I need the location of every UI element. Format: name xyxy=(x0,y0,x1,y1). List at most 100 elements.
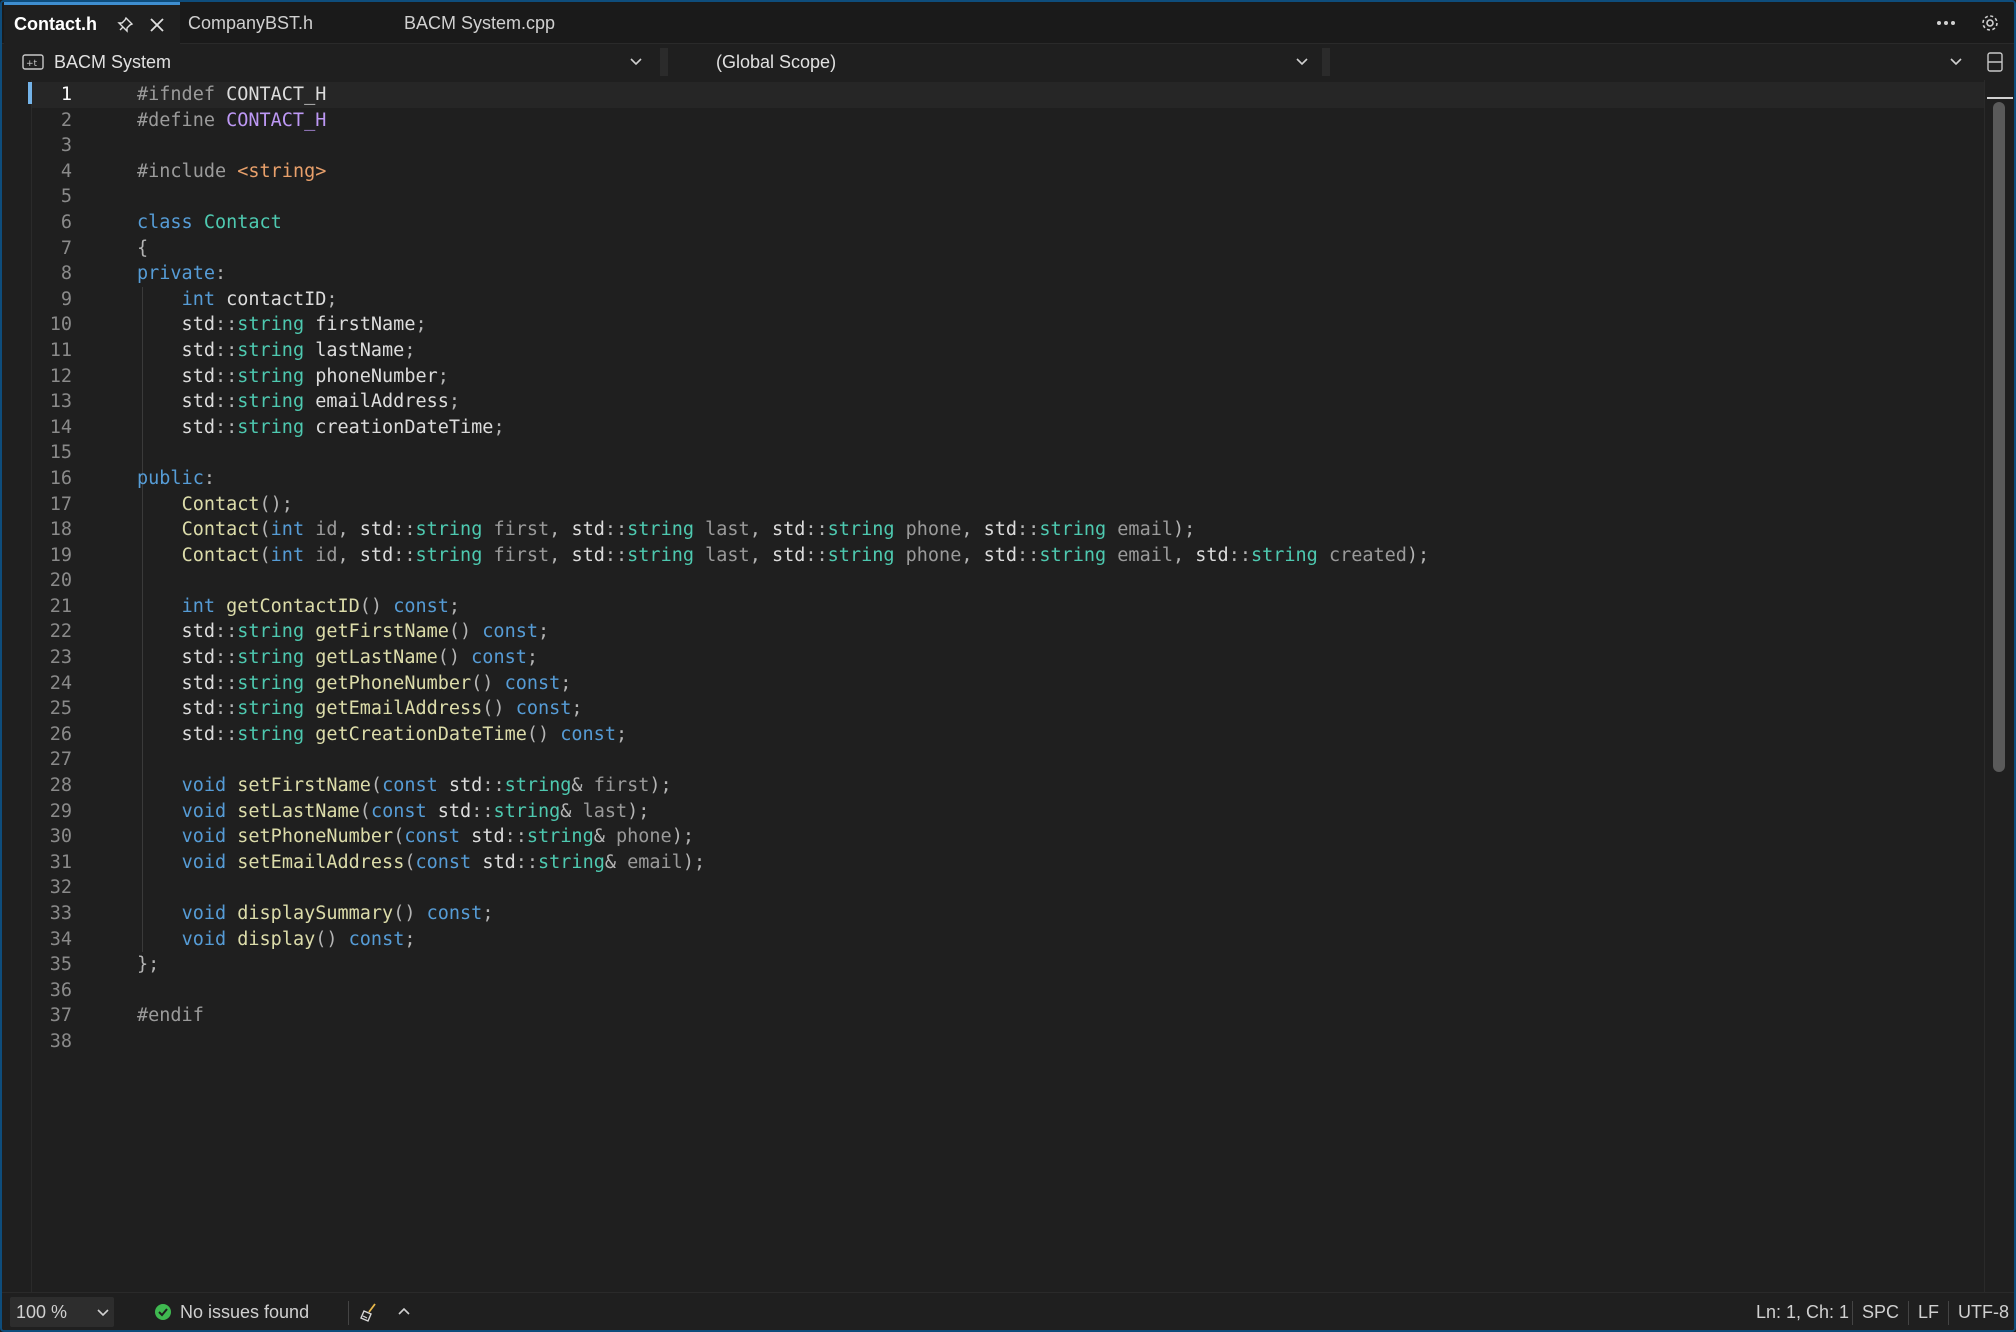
issues-indicator[interactable]: No issues found xyxy=(154,1293,309,1330)
code-line[interactable]: 4 #include <string> xyxy=(32,159,1984,185)
tab-contact-h[interactable]: Contact.h xyxy=(4,2,180,44)
code-line[interactable]: 28 void setFirstName(const std::string& … xyxy=(32,773,1984,799)
code-line[interactable]: 14 std::string creationDateTime; xyxy=(32,414,1984,441)
code-line[interactable]: 30 void setPhoneNumber(const std::string… xyxy=(32,824,1984,850)
member-dropdown[interactable] xyxy=(1336,46,1976,78)
code-line[interactable]: 24 std::string getPhoneNumber() const; xyxy=(32,670,1984,697)
code-line[interactable]: 23 std::string getLastName() const; xyxy=(32,645,1984,671)
code-token: () xyxy=(393,903,427,924)
code-text: { xyxy=(137,236,148,262)
code-lines[interactable]: 1 #ifndef CONTACT_H 2 #define CONTACT_H 3 4 #i… xyxy=(32,82,1984,1055)
code-line[interactable]: 27 xyxy=(32,747,1984,774)
code-token: std xyxy=(571,519,605,541)
code-token: last xyxy=(582,800,628,822)
file-encoding[interactable]: UTF-8 xyxy=(1958,1293,2009,1330)
code-token: string xyxy=(1039,519,1118,541)
code-line[interactable]: 10 std::string firstName; xyxy=(32,312,1984,338)
broom-icon[interactable] xyxy=(358,1293,380,1330)
code-line[interactable]: 25 std::string getEmailAddress() const; xyxy=(32,696,1984,722)
code-text: int getContactID() const; xyxy=(137,594,460,620)
line-ending[interactable]: LF xyxy=(1918,1293,1939,1330)
code-line[interactable]: 33 void displaySummary() const; xyxy=(32,901,1984,927)
code-token: created xyxy=(1328,544,1407,566)
code-line[interactable]: 11 std::string lastName; xyxy=(32,337,1984,364)
code-token: email xyxy=(1117,519,1173,541)
code-line[interactable]: 20 xyxy=(32,568,1984,594)
gear-icon[interactable] xyxy=(1974,8,2006,38)
code-line[interactable]: 9 int contactID; xyxy=(32,286,1984,313)
code-line[interactable]: 12 std::string phoneNumber; xyxy=(32,363,1984,390)
code-line[interactable]: 17 Contact(); xyxy=(32,491,1984,518)
zoom-level: 100 % xyxy=(16,1301,68,1322)
code-line[interactable]: 21 int getContactID() const; xyxy=(32,593,1984,620)
code-token: & xyxy=(560,800,583,822)
chevron-up-icon[interactable] xyxy=(396,1293,412,1330)
close-icon[interactable] xyxy=(143,11,171,39)
chevron-down-icon xyxy=(95,1304,111,1320)
tab-companybst-h[interactable]: CompanyBST.h xyxy=(188,2,313,44)
code-token: :: xyxy=(604,544,628,566)
project-name: BACM System xyxy=(54,51,172,72)
caret-position[interactable]: Ln: 1, Ch: 1 xyxy=(1756,1293,1849,1330)
code-token: string xyxy=(504,775,572,797)
code-line[interactable]: 5 xyxy=(32,184,1984,210)
code-line[interactable]: 26 std::string getCreationDateTime() con… xyxy=(32,721,1984,748)
code-line[interactable]: 37 #endif xyxy=(32,1003,1984,1029)
code-line[interactable]: 35}; xyxy=(32,952,1984,978)
code-text: void display() const; xyxy=(137,927,416,953)
code-token: ; xyxy=(493,416,505,438)
split-editor-icon[interactable] xyxy=(1982,48,2008,76)
code-editor[interactable]: 1 #ifndef CONTACT_H 2 #define CONTACT_H 3 4 #i… xyxy=(2,80,2014,1292)
code-token: contactID xyxy=(226,288,327,310)
code-line[interactable]: 34 void display() const; xyxy=(32,926,1984,953)
code-token: :: xyxy=(471,800,494,822)
code-line[interactable]: 3 xyxy=(32,133,1984,159)
code-token: string xyxy=(827,519,906,541)
scope-dropdown[interactable]: (Global Scope) xyxy=(672,46,1322,78)
tab-bacm-system-cpp[interactable]: BACM System.cpp xyxy=(404,2,555,44)
more-horizontal-icon[interactable] xyxy=(1930,8,1962,38)
code-token: CONTACT_H xyxy=(226,84,327,105)
zoom-dropdown[interactable]: 100 % xyxy=(10,1297,114,1327)
code-line[interactable]: 2 #define CONTACT_H xyxy=(32,108,1984,134)
whitespace-mode[interactable]: SPC xyxy=(1862,1293,1899,1330)
code-token: :: xyxy=(1017,544,1040,566)
code-line[interactable]: 15 xyxy=(32,440,1984,466)
code-line[interactable]: 22 std::string getFirstName() const; xyxy=(32,619,1984,646)
code-token: { xyxy=(137,237,149,259)
code-line[interactable]: 16 public: xyxy=(32,465,1984,492)
code-line[interactable]: 1 #ifndef CONTACT_H xyxy=(32,82,1984,108)
line-number: 25 xyxy=(49,698,72,720)
indent-guide xyxy=(142,568,143,594)
code-text: std::string lastName; xyxy=(137,338,416,364)
tab-label: CompanyBST.h xyxy=(188,12,314,33)
code-line[interactable]: 19 Contact(int id, std::string first, st… xyxy=(32,542,1984,569)
code-line[interactable]: 36 xyxy=(32,978,1984,1004)
code-token: :: xyxy=(214,339,238,361)
code-line[interactable]: 32 xyxy=(32,875,1984,901)
code-line[interactable]: 29 void setLastName(const std::string& l… xyxy=(32,798,1984,825)
code-line[interactable]: 6 class Contact xyxy=(32,210,1984,236)
vertical-scrollbar[interactable] xyxy=(1984,80,2014,1292)
code-token: string xyxy=(526,826,594,848)
code-line[interactable]: 38 xyxy=(32,1029,1984,1055)
project-dropdown[interactable]: +t BACM System xyxy=(16,46,656,78)
pin-icon[interactable] xyxy=(111,11,139,39)
indicator-margin[interactable] xyxy=(2,80,32,1292)
line-number: 4 xyxy=(60,160,72,182)
code-token: firstName xyxy=(315,314,416,336)
scrollbar-thumb[interactable] xyxy=(1993,102,2005,772)
code-line[interactable]: 7{ xyxy=(32,236,1984,262)
code-token: std xyxy=(137,314,215,336)
code-line[interactable]: 8 private: xyxy=(32,261,1984,287)
code-token: emailAddress xyxy=(315,391,449,413)
code-token: getPhoneNumber xyxy=(315,672,472,694)
navigation-bar: +t BACM System (Global Scope) xyxy=(2,44,2014,80)
code-line[interactable]: 18 Contact(int id, std::string first, st… xyxy=(32,517,1984,543)
code-line[interactable]: 31 void setEmailAddress(const std::strin… xyxy=(32,849,1984,876)
code-token: email xyxy=(627,851,683,873)
code-token: :: xyxy=(805,544,828,566)
code-line[interactable]: 13 std::string emailAddress; xyxy=(32,389,1984,415)
